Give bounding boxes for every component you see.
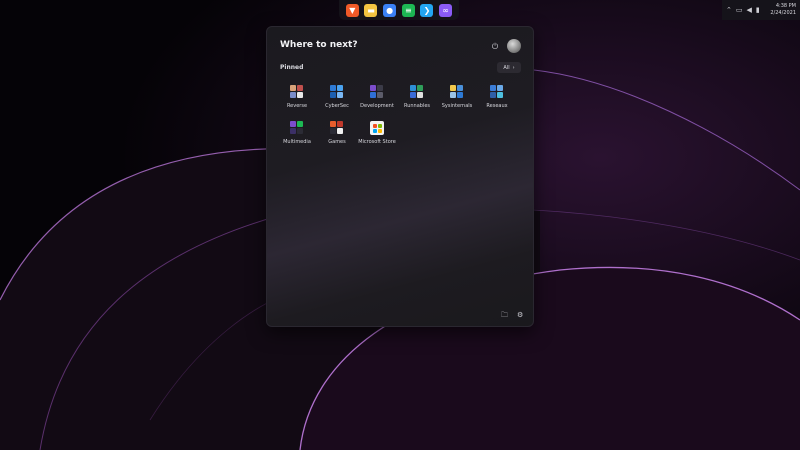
pinned-tile-label: Microsoft Store: [358, 139, 396, 145]
pinned-heading: Pinned: [280, 64, 304, 71]
messenger-icon[interactable]: ●: [383, 3, 397, 17]
clock-date: 2/24/2021: [770, 10, 796, 16]
app-folder-icon: [290, 121, 304, 135]
all-apps-label: All: [503, 64, 510, 71]
battery-icon[interactable]: ▮: [756, 6, 760, 14]
app-folder-icon: [450, 85, 464, 99]
pinned-tile-label: Reverse: [286, 103, 308, 109]
speaker-icon[interactable]: ◀: [747, 6, 752, 14]
pinned-tile-label: Reseaux: [486, 103, 508, 109]
spotify-icon[interactable]: ≡: [401, 3, 415, 17]
vscode-icon[interactable]: ❯: [420, 3, 434, 17]
power-icon[interactable]: ⏻: [489, 41, 501, 53]
pinned-tile[interactable]: Runnables: [397, 85, 437, 121]
app-folder-icon: [330, 121, 344, 135]
taskbar: ▼ ▬ ● ≡ ❯ ∞: [339, 0, 459, 20]
all-apps-button[interactable]: All ›: [497, 62, 521, 73]
app-folder-icon: [490, 85, 504, 99]
chevron-right-icon: ›: [512, 64, 515, 71]
microsoft-store-icon: [370, 121, 384, 135]
tablet-icon[interactable]: ▭: [736, 6, 743, 14]
pinned-tile-label: Multimedia: [283, 139, 311, 145]
app-folder-icon: [370, 85, 384, 99]
clock-time: 4:38 PM: [775, 3, 796, 9]
pinned-tile[interactable]: Microsoft Store: [357, 121, 397, 157]
start-menu-title: Where to next?: [280, 40, 358, 50]
pinned-tile[interactable]: Games: [317, 121, 357, 157]
pinned-tile-label: Development: [360, 103, 394, 109]
pinned-tile-label: Games: [328, 139, 346, 145]
tray-icons: ⌃ ▭ ◀ ▮: [726, 6, 760, 14]
visual-studio-icon[interactable]: ∞: [439, 3, 453, 17]
pinned-tile[interactable]: Reseaux: [477, 85, 517, 121]
pinned-tile-label: Sysinternals: [441, 103, 473, 109]
pinned-tile[interactable]: Multimedia: [277, 121, 317, 157]
app-folder-icon: [410, 85, 424, 99]
system-tray: ⌃ ▭ ◀ ▮ 4:38 PM 2/24/2021: [722, 0, 800, 20]
pinned-tile-label: CyberSec: [325, 103, 349, 109]
app-folder-icon: [330, 85, 344, 99]
start-menu: Where to next? ⏻ Pinned All › Reverse Cyb…: [266, 26, 534, 327]
pinned-tile-label: Runnables: [403, 103, 431, 109]
file-explorer-shortcut-icon[interactable]: 🗀: [501, 311, 508, 322]
settings-gear-icon[interactable]: ⚙: [517, 311, 523, 319]
user-avatar[interactable]: [507, 39, 521, 53]
file-explorer-icon[interactable]: ▬: [364, 3, 378, 17]
pinned-tile[interactable]: Reverse: [277, 85, 317, 121]
app-folder-icon: [290, 85, 304, 99]
pinned-tile[interactable]: Development: [357, 85, 397, 121]
clock[interactable]: 4:38 PM 2/24/2021: [770, 3, 800, 17]
chevron-up-icon[interactable]: ⌃: [726, 6, 732, 14]
pinned-tile[interactable]: CyberSec: [317, 85, 357, 121]
brave-icon[interactable]: ▼: [345, 3, 359, 17]
pinned-tile[interactable]: Sysinternals: [437, 85, 477, 121]
